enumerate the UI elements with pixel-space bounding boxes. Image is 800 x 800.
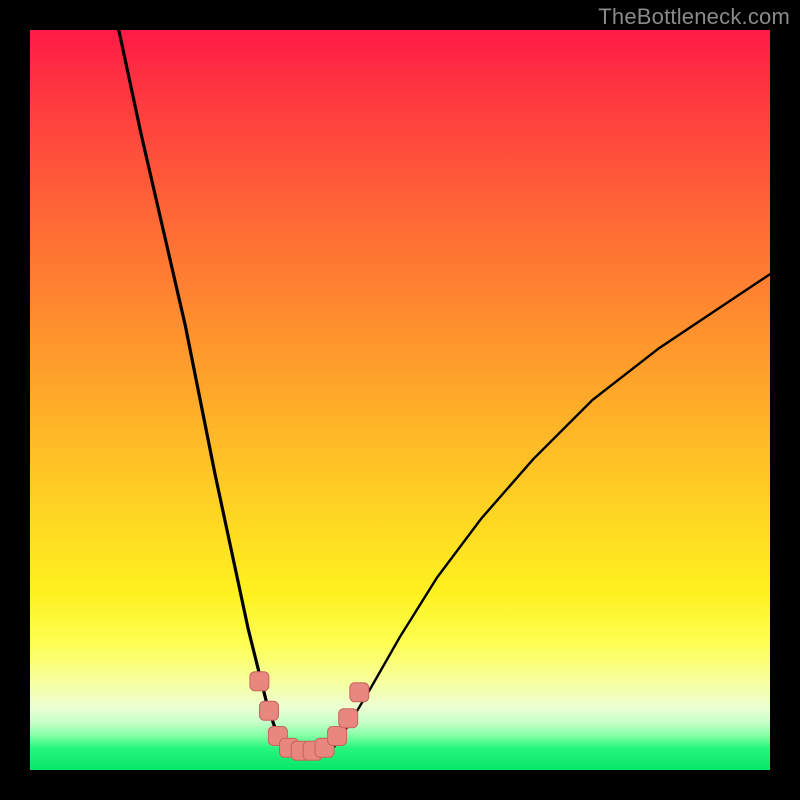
- bottleneck-marker: [339, 709, 358, 728]
- curve-left-branch: [119, 30, 289, 748]
- curve-layer: [30, 30, 770, 770]
- bottleneck-marker: [250, 672, 269, 691]
- curve-right-branch: [333, 274, 770, 748]
- plot-area: [30, 30, 770, 770]
- bottleneck-marker: [350, 683, 369, 702]
- bottleneck-marker: [328, 727, 347, 746]
- watermark-text: TheBottleneck.com: [598, 4, 790, 30]
- bottleneck-marker: [260, 701, 279, 720]
- outer-frame: TheBottleneck.com: [0, 0, 800, 800]
